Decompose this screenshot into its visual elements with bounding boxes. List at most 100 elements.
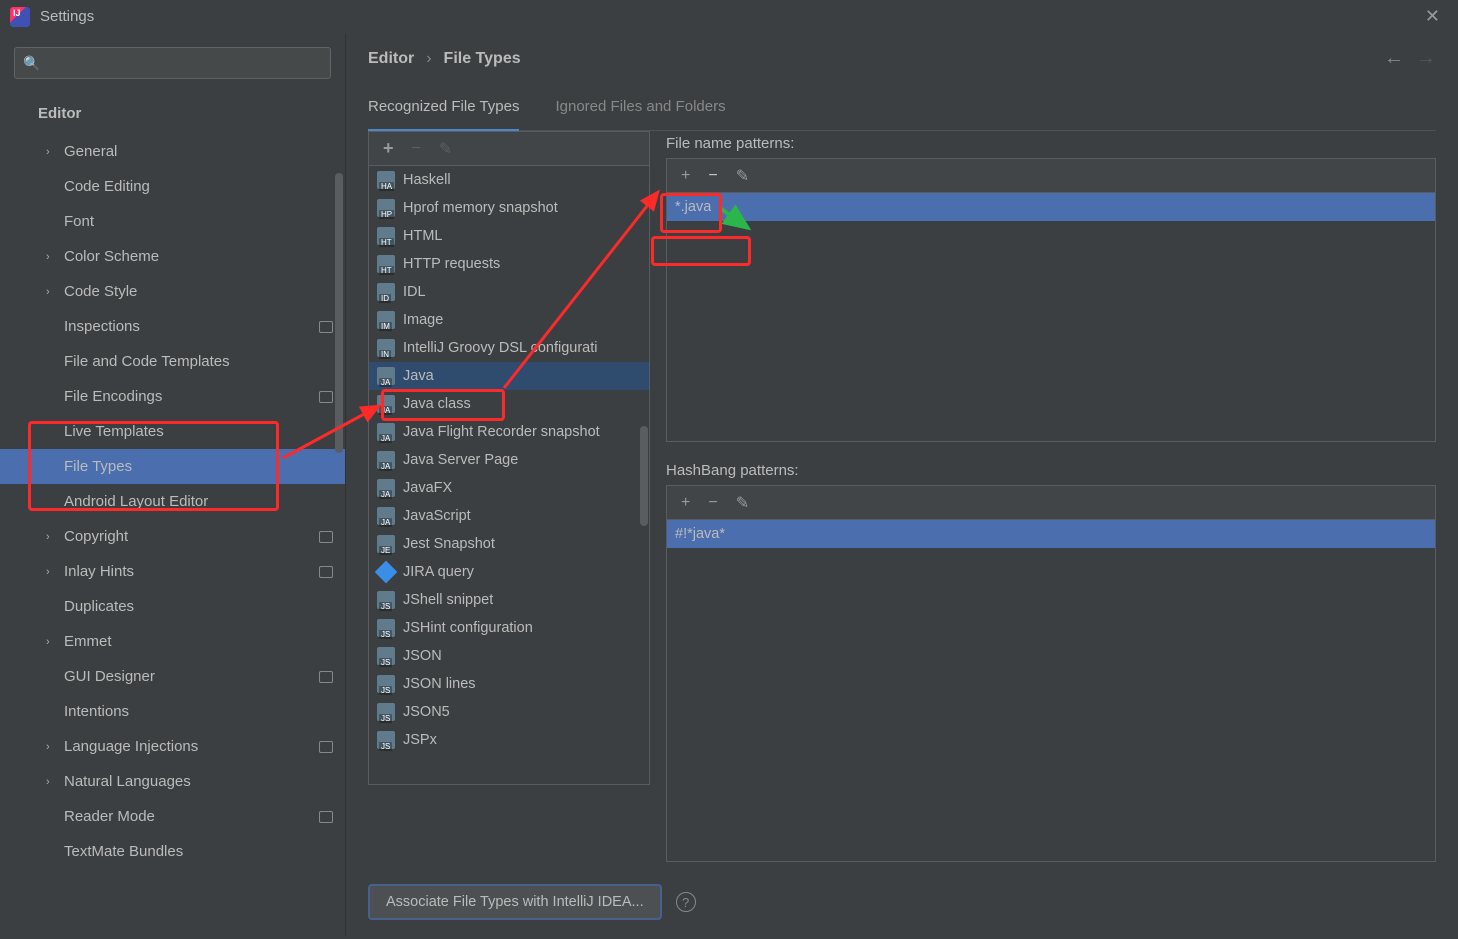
hashbang-list[interactable]: #!*java* bbox=[666, 519, 1436, 862]
filetype-label: HTTP requests bbox=[403, 256, 500, 272]
filetypes-list[interactable]: HaskellHprof memory snapshotHTML HTTP req… bbox=[368, 165, 650, 785]
chevron-right-icon: › bbox=[46, 566, 58, 578]
sidebar-item-label: File Types bbox=[64, 458, 132, 475]
file-icon bbox=[377, 703, 395, 721]
file-icon bbox=[377, 227, 395, 245]
filetype-item[interactable]: Hprof memory snapshot bbox=[369, 194, 649, 222]
sidebar-item[interactable]: ›Code Style bbox=[0, 274, 345, 309]
sidebar-item[interactable]: Inspections bbox=[0, 309, 345, 344]
sidebar-item[interactable]: TextMate Bundles bbox=[0, 834, 345, 869]
remove-pattern-button[interactable]: − bbox=[708, 167, 717, 185]
filetype-label: JShell snippet bbox=[403, 592, 493, 608]
hashbang-heading: HashBang patterns: bbox=[666, 462, 1436, 479]
filetype-label: Java class bbox=[403, 396, 471, 412]
sidebar-item[interactable]: Font bbox=[0, 204, 345, 239]
add-filetype-button[interactable]: + bbox=[383, 138, 394, 159]
edit-hashbang-button[interactable]: ✎ bbox=[736, 493, 749, 513]
search-icon: 🔍 bbox=[23, 55, 40, 72]
chevron-right-icon: › bbox=[46, 531, 58, 543]
sidebar-item[interactable]: ›Inlay Hints bbox=[0, 554, 345, 589]
sidebar-item[interactable]: ›Natural Languages bbox=[0, 764, 345, 799]
project-badge-icon bbox=[319, 321, 333, 333]
associate-button[interactable]: Associate File Types with IntelliJ IDEA.… bbox=[368, 884, 662, 920]
filetype-label: Image bbox=[403, 312, 443, 328]
filetype-item[interactable]: JSHint configuration bbox=[369, 614, 649, 642]
sidebar-item-label: Inspections bbox=[64, 318, 140, 335]
hashbang-item[interactable]: #!*java* bbox=[667, 520, 1435, 548]
sidebar-item[interactable]: ›Color Scheme bbox=[0, 239, 345, 274]
filetype-label: JavaScript bbox=[403, 508, 471, 524]
filetypes-scrollbar[interactable] bbox=[640, 426, 648, 526]
filetype-item[interactable]: JavaScript bbox=[369, 502, 649, 530]
add-hashbang-button[interactable]: + bbox=[681, 494, 690, 512]
sidebar-category: Editor bbox=[0, 97, 345, 134]
search-input[interactable]: 🔍 bbox=[14, 47, 331, 79]
chevron-right-icon: › bbox=[46, 776, 58, 788]
pattern-item[interactable]: *.java bbox=[667, 193, 1435, 221]
sidebar-item[interactable]: File Encodings bbox=[0, 379, 345, 414]
sidebar-item[interactable]: File Types bbox=[0, 449, 345, 484]
filetype-item[interactable]: Haskell bbox=[369, 166, 649, 194]
sidebar-item[interactable]: Intentions bbox=[0, 694, 345, 729]
file-icon bbox=[377, 367, 395, 385]
file-icon bbox=[377, 171, 395, 189]
add-pattern-button[interactable]: + bbox=[681, 167, 690, 185]
filetype-item[interactable]: Java Flight Recorder snapshot bbox=[369, 418, 649, 446]
file-icon bbox=[377, 451, 395, 469]
sidebar-item[interactable]: Code Editing bbox=[0, 169, 345, 204]
filetype-item[interactable]: HTML bbox=[369, 222, 649, 250]
close-icon[interactable]: ✕ bbox=[1417, 6, 1448, 27]
filetype-item[interactable]: JavaFX bbox=[369, 474, 649, 502]
sidebar-item[interactable]: ›Emmet bbox=[0, 624, 345, 659]
help-icon[interactable]: ? bbox=[676, 892, 696, 912]
project-badge-icon bbox=[319, 811, 333, 823]
sidebar-item[interactable]: › Copyright bbox=[0, 519, 345, 554]
pattern-label: *.java bbox=[675, 199, 711, 215]
patterns-toolbar: + − ✎ bbox=[666, 158, 1436, 192]
breadcrumb: Editor › File Types bbox=[368, 50, 521, 68]
filetype-item[interactable]: JSON5 bbox=[369, 698, 649, 726]
tab-recognized[interactable]: Recognized File Types bbox=[368, 98, 519, 132]
edit-filetype-button: ✎ bbox=[439, 139, 452, 159]
filetype-item[interactable]: JSPx bbox=[369, 726, 649, 754]
sidebar-item[interactable]: ›Language Injections bbox=[0, 729, 345, 764]
filetype-item[interactable]: JSON bbox=[369, 642, 649, 670]
filetype-item[interactable]: JSON lines bbox=[369, 670, 649, 698]
file-icon bbox=[377, 675, 395, 693]
filetype-item[interactable]: HTTP requests bbox=[369, 250, 649, 278]
filetype-item[interactable]: JShell snippet bbox=[369, 586, 649, 614]
remove-filetype-button: − bbox=[412, 140, 421, 158]
filetype-item[interactable]: IDL bbox=[369, 278, 649, 306]
nav-forward-button: → bbox=[1416, 47, 1436, 70]
sidebar-scrollbar[interactable] bbox=[335, 173, 343, 693]
filetype-item[interactable]: Image bbox=[369, 306, 649, 334]
filetype-item[interactable]: Java bbox=[369, 362, 649, 390]
sidebar-item[interactable]: Duplicates bbox=[0, 589, 345, 624]
sidebar-item-label: Copyright bbox=[64, 528, 128, 545]
remove-hashbang-button[interactable]: − bbox=[708, 494, 717, 512]
filetype-item[interactable]: IntelliJ Groovy DSL configurati bbox=[369, 334, 649, 362]
filetype-item[interactable]: Java Server Page bbox=[369, 446, 649, 474]
filetype-item[interactable]: Jest Snapshot bbox=[369, 530, 649, 558]
filetype-label: IntelliJ Groovy DSL configurati bbox=[403, 340, 598, 356]
patterns-list[interactable]: *.java bbox=[666, 192, 1436, 442]
filetype-label: JSON lines bbox=[403, 676, 476, 692]
chevron-right-icon: › bbox=[46, 251, 58, 263]
file-icon bbox=[377, 255, 395, 273]
chevron-right-icon: › bbox=[46, 636, 58, 648]
sidebar-item[interactable]: GUI Designer bbox=[0, 659, 345, 694]
filetype-item[interactable]: Java class bbox=[369, 390, 649, 418]
sidebar-item[interactable]: File and Code Templates bbox=[0, 344, 345, 379]
tab-ignored[interactable]: Ignored Files and Folders bbox=[555, 98, 725, 132]
edit-pattern-button[interactable]: ✎ bbox=[736, 166, 749, 186]
sidebar-item[interactable]: ›General bbox=[0, 134, 345, 169]
sidebar-item-label: Code Editing bbox=[64, 178, 150, 195]
sidebar-item[interactable]: Android Layout Editor bbox=[0, 484, 345, 519]
sidebar-item[interactable]: Live Templates bbox=[0, 414, 345, 449]
sidebar-item[interactable]: Reader Mode bbox=[0, 799, 345, 834]
file-icon bbox=[377, 647, 395, 665]
filetype-item[interactable]: JIRA query bbox=[369, 558, 649, 586]
jira-icon bbox=[375, 561, 398, 584]
filetype-label: Java Server Page bbox=[403, 452, 518, 468]
nav-back-button[interactable]: ← bbox=[1384, 47, 1404, 70]
